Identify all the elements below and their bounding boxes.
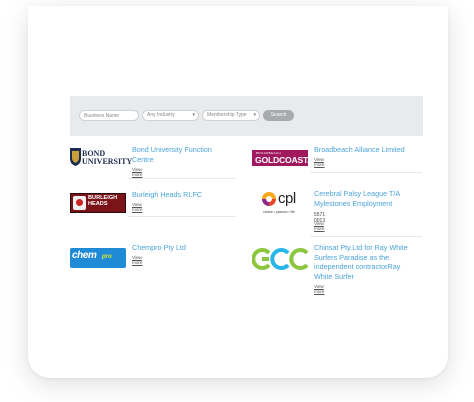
directory-panel: Any Industry ▾ Membership Type ▾ Search … [28, 6, 448, 378]
listing-name-link[interactable]: Chinsat Pty.Ltd for Ray White Surfers Pa… [314, 243, 408, 281]
view-more-link[interactable]: View more [132, 255, 142, 265]
view-more-link[interactable]: View more [132, 167, 142, 177]
chevron-down-icon: ▾ [192, 112, 195, 118]
cpl-logo[interactable]: cpl choice • passion • life [260, 190, 308, 220]
search-button[interactable]: Search [263, 110, 294, 121]
membership-type-select[interactable]: Membership Type ▾ [202, 110, 260, 121]
view-more-link[interactable]: View more [314, 157, 324, 167]
divider [128, 178, 236, 179]
gcc-letter-c [270, 248, 290, 270]
divider [310, 172, 422, 173]
listing-name-link[interactable]: Chempro Pty Ltd [132, 243, 186, 253]
bond-logo-text: BOND UNIVERSITY [82, 149, 133, 166]
listing-name-link[interactable]: Cerebral Palsy League T/A Mylestones Emp… [314, 189, 400, 208]
gcc-letter-c [289, 248, 309, 270]
listing-name-link[interactable]: Burleigh Heads RLFC [132, 190, 202, 200]
shield-icon [70, 148, 81, 166]
burleigh-heads-logo[interactable]: BURLEIGH HEADS [70, 193, 126, 213]
gcc-logo[interactable] [252, 246, 310, 272]
view-more-link[interactable]: View more [314, 221, 324, 231]
view-more-link[interactable]: View more [132, 202, 142, 212]
listing-name-link[interactable]: Broadbeach Alliance Limited [314, 145, 405, 155]
bond-university-logo[interactable]: BOND UNIVERSITY [70, 146, 132, 172]
view-more-link[interactable]: View more [314, 284, 324, 294]
business-name-input[interactable] [79, 110, 139, 121]
listing-name-link[interactable]: Bond University Function Centre [132, 145, 212, 164]
divider [310, 236, 422, 237]
industry-select[interactable]: Any Industry ▾ [142, 110, 199, 121]
divider [128, 216, 236, 217]
chempro-logo[interactable]: chem pro [70, 248, 126, 268]
ring-icon [262, 192, 276, 206]
membership-select-value: Membership Type [207, 112, 247, 118]
search-bar: Any Industry ▾ Membership Type ▾ Search [70, 96, 423, 136]
emblem-icon [73, 196, 86, 210]
goldcoast-logo[interactable]: BROADBEACH GOLDCOAST. [252, 150, 310, 166]
industry-select-value: Any Industry [147, 112, 175, 118]
chevron-down-icon: ▾ [253, 112, 256, 118]
